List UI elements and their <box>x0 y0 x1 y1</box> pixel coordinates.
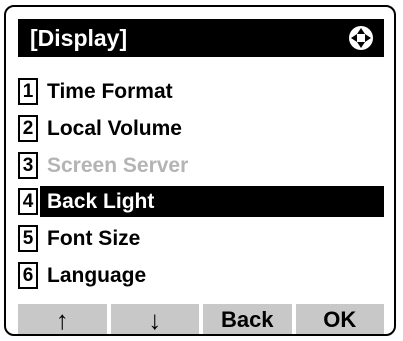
four-way-navigation-icon <box>349 26 373 50</box>
item-label: Time Format <box>47 79 173 103</box>
menu-item-back-light[interactable]: 4 Back Light <box>18 186 384 217</box>
ok-softkey[interactable]: OK <box>295 304 384 334</box>
up-arrow-softkey[interactable]: ↑ <box>18 304 107 334</box>
menu-item-screen-server: 3 Screen Server <box>18 150 384 181</box>
menu-item-language[interactable]: 6 Language <box>18 260 384 291</box>
screen-title: [Display] <box>30 24 128 51</box>
item-number: 2 <box>18 115 38 142</box>
menu-item-local-volume[interactable]: 2 Local Volume <box>18 113 384 144</box>
item-label: Back Light <box>47 189 155 213</box>
softkey-bar: ↑ ↓ Back OK <box>18 304 384 334</box>
item-label: Font Size <box>47 226 141 250</box>
down-arrow-softkey[interactable]: ↓ <box>110 304 199 334</box>
item-number: 4 <box>18 188 38 215</box>
phone-display: [Display] 1 Time Format 2 Local Volume 3… <box>4 5 396 336</box>
item-label: Language <box>47 263 147 287</box>
menu-item-time-format[interactable]: 1 Time Format <box>18 76 384 107</box>
title-bar: [Display] <box>18 19 384 57</box>
item-label: Screen Server <box>47 153 189 177</box>
back-softkey[interactable]: Back <box>203 304 292 334</box>
item-label: Local Volume <box>47 116 182 140</box>
item-number: 3 <box>18 152 38 179</box>
item-number: 6 <box>18 262 38 289</box>
item-number: 1 <box>18 78 38 105</box>
menu-item-font-size[interactable]: 5 Font Size <box>18 223 384 254</box>
item-number: 5 <box>18 225 38 252</box>
